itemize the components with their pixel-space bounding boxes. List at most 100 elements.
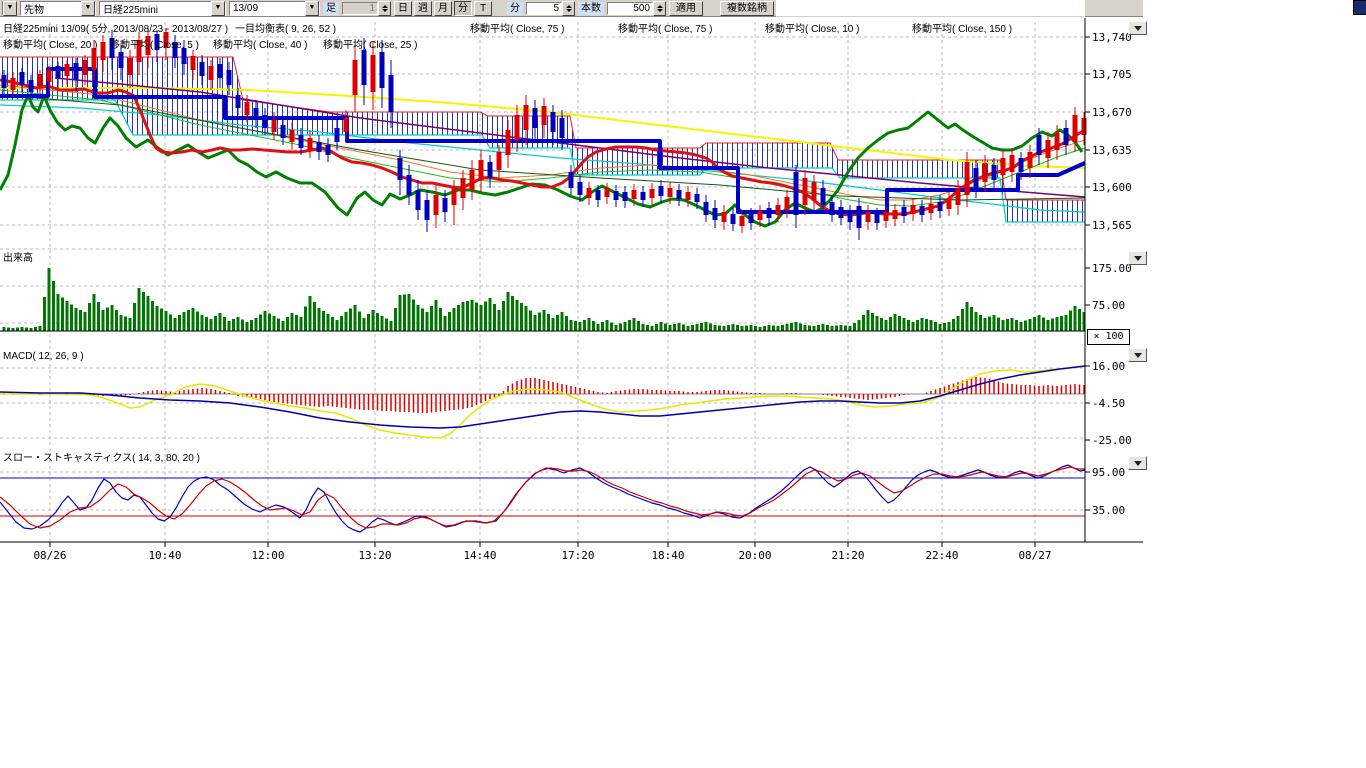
- bar-interval-spinner[interactable]: 1: [342, 2, 391, 15]
- stoch-k-line: [0, 465, 1085, 532]
- candle-body: [38, 74, 43, 86]
- time-axis-label: 20:00: [738, 549, 771, 562]
- multi-symbol-button[interactable]: 複数銘柄: [720, 1, 774, 16]
- stoch-axis-label: 35.00: [1092, 504, 1125, 517]
- combo-arrow-icon[interactable]: ▼: [211, 1, 225, 16]
- combo-arrow-icon[interactable]: ▼: [305, 1, 319, 16]
- bar-count-spinner[interactable]: 500: [607, 2, 666, 15]
- candle-body: [245, 102, 250, 115]
- stoch-pane-label: スロー・ストキャスティクス( 14, 3, 80, 20 ): [3, 449, 200, 464]
- apply-button[interactable]: 適用: [669, 1, 703, 16]
- period-button-group: 日週月分T: [394, 1, 492, 16]
- candle-body: [227, 70, 232, 85]
- pane-options-dropdown-button[interactable]: [1128, 348, 1147, 362]
- combo-arrow-icon[interactable]: ▼: [3, 1, 17, 16]
- candle-body: [524, 105, 529, 130]
- candle-body: [281, 125, 286, 138]
- candle-body: [839, 207, 844, 218]
- pane-options-dropdown-button[interactable]: [1128, 21, 1147, 35]
- candle-body: [650, 189, 655, 198]
- candle-body: [983, 163, 988, 182]
- candle-body: [344, 118, 349, 132]
- time-axis-label: 17:20: [561, 549, 594, 562]
- candle-body: [587, 188, 592, 198]
- spinner-updown-icon[interactable]: [378, 1, 391, 16]
- candle-body: [218, 64, 223, 78]
- bar-count-label: 本数: [578, 2, 604, 15]
- toolbar-corner: [1085, 0, 1143, 17]
- candle-body: [434, 195, 439, 215]
- candle-body: [578, 182, 583, 195]
- price-axis-label: 13,740: [1092, 31, 1132, 44]
- candle-body: [65, 64, 70, 76]
- candle-body: [542, 106, 547, 125]
- candle-body: [1019, 158, 1024, 172]
- candle-body: [398, 158, 403, 180]
- candle-body: [614, 191, 619, 200]
- candle-body: [803, 178, 808, 205]
- legend-item: 日経225mini 13/09( 5分, 2013/08/23 - 2013/0…: [3, 20, 228, 35]
- candle-body: [191, 56, 196, 70]
- pane-options-dropdown-button[interactable]: [1128, 456, 1147, 470]
- contract-month-combo-value: 13/09: [230, 3, 305, 14]
- candle-body: [569, 172, 574, 188]
- candle-body: [254, 108, 259, 120]
- spinner-updown-icon[interactable]: [562, 1, 575, 16]
- volume-pane-label: 出来高: [3, 249, 33, 264]
- candle-body: [128, 58, 133, 75]
- candle-body: [119, 52, 124, 68]
- chart-canvas[interactable]: [0, 17, 1143, 560]
- candle-body: [425, 200, 430, 220]
- macd-line: [0, 366, 1085, 438]
- period-button-日[interactable]: 日: [394, 1, 412, 16]
- candle-body: [893, 210, 898, 219]
- macd-pane-label: MACD( 12, 26, 9 ): [3, 351, 84, 362]
- candle-body: [623, 192, 628, 201]
- corner-icon[interactable]: [1353, 0, 1366, 15]
- volume-axis-label: 75.00: [1092, 299, 1125, 312]
- candle-body: [821, 188, 826, 205]
- candle-body: [371, 55, 376, 92]
- leftmost-combo[interactable]: ▼: [2, 1, 17, 16]
- bar-type-label: 足: [323, 2, 339, 15]
- candle-body: [92, 48, 97, 70]
- chart-application-window: ▼ 先物 ▼ 日経225mini ▼ 13/09 ▼ 足 1 日週月分T 分: [0, 0, 1143, 560]
- period-button-月[interactable]: 月: [434, 1, 452, 16]
- candle-body: [416, 190, 421, 210]
- period-button-週[interactable]: 週: [414, 1, 432, 16]
- bar-count-value: 500: [607, 2, 653, 15]
- candle-body: [299, 135, 304, 148]
- candle-body: [479, 160, 484, 180]
- contract-month-combo[interactable]: 13/09 ▼: [229, 1, 320, 16]
- candle-body: [902, 207, 907, 216]
- candle-body: [740, 216, 745, 226]
- legend-item: 一目均衡表( 9, 26, 52 ): [235, 20, 336, 35]
- spinner-updown-icon[interactable]: [653, 1, 666, 16]
- candle-body: [794, 172, 799, 215]
- period-button-分[interactable]: 分: [454, 1, 472, 16]
- candle-body: [2, 75, 7, 88]
- price-axis-label: 13,565: [1092, 219, 1132, 232]
- candle-body: [632, 190, 637, 199]
- candle-body: [290, 130, 295, 142]
- chevron-down-icon: [1134, 256, 1142, 261]
- candle-body: [1046, 140, 1051, 158]
- candle-body: [704, 202, 709, 215]
- candle-body: [380, 52, 385, 88]
- candle-body: [965, 162, 970, 195]
- symbol-combo[interactable]: 日経225mini ▼: [99, 1, 226, 16]
- macd-axis-label: 16.00: [1092, 360, 1125, 373]
- legend-item: 移動平均( Close, 75 ): [470, 20, 564, 35]
- candle-body: [884, 212, 889, 221]
- stoch-d-line: [0, 467, 1085, 528]
- candle-body: [776, 205, 781, 215]
- period-button-T[interactable]: T: [474, 1, 492, 16]
- pane-options-dropdown-button[interactable]: [1128, 251, 1147, 265]
- candle-body: [326, 145, 331, 155]
- candle-body: [497, 152, 502, 170]
- candle-body: [200, 62, 205, 76]
- minute-spinner[interactable]: 5: [526, 2, 575, 15]
- candle-body: [731, 214, 736, 224]
- market-combo[interactable]: 先物 ▼: [20, 1, 96, 16]
- combo-arrow-icon[interactable]: ▼: [81, 1, 95, 16]
